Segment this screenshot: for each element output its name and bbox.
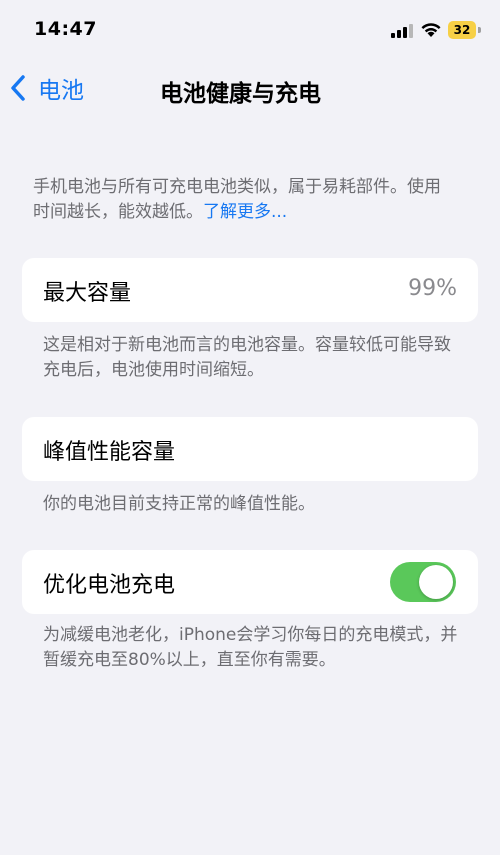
optimized-charging-footnote: 为减缓电池老化，iPhone会学习你每日的充电模式，并暂缓充电至80%以上，直至… bbox=[43, 625, 458, 670]
battery-icon: 32 bbox=[448, 21, 482, 39]
battery-cap bbox=[478, 27, 481, 33]
intro-text: 手机电池与所有可充电电池类似，属于易耗部件。使用时间越长，能效越低。了解更多..… bbox=[33, 175, 453, 225]
peak-performance-footnote: 你的电池目前支持正常的峰值性能。 bbox=[43, 494, 315, 514]
status-time: 14:47 bbox=[34, 18, 97, 40]
chevron-left-icon bbox=[11, 75, 25, 101]
optimized-charging-label: 优化电池充电 bbox=[43, 573, 176, 598]
learn-more-link[interactable]: 了解更多... bbox=[203, 202, 287, 222]
back-button[interactable]: 电池 bbox=[10, 68, 84, 108]
optimized-charging-toggle[interactable] bbox=[390, 562, 456, 602]
peak-performance-label: 峰值性能容量 bbox=[43, 440, 176, 465]
max-capacity-value: 99% bbox=[408, 276, 457, 301]
cellular-signal-icon bbox=[391, 24, 413, 38]
peak-performance-row: 峰值性能容量 bbox=[22, 417, 478, 481]
page-title: 电池健康与充电 bbox=[160, 81, 321, 107]
navigation-bar: 电池 电池健康与充电 bbox=[0, 60, 500, 116]
battery-level: 32 bbox=[448, 21, 476, 39]
max-capacity-footnote: 这是相对于新电池而言的电池容量。容量较低可能导致充电后，电池使用时间缩短。 bbox=[43, 335, 451, 380]
max-capacity-label: 最大容量 bbox=[43, 281, 132, 306]
toggle-knob bbox=[419, 565, 453, 599]
wifi-icon bbox=[421, 23, 441, 37]
optimized-charging-row: 优化电池充电 bbox=[22, 550, 478, 614]
max-capacity-row: 最大容量 99% bbox=[22, 258, 478, 322]
back-label: 电池 bbox=[38, 78, 84, 104]
status-bar: 14:47 32 bbox=[0, 0, 500, 60]
